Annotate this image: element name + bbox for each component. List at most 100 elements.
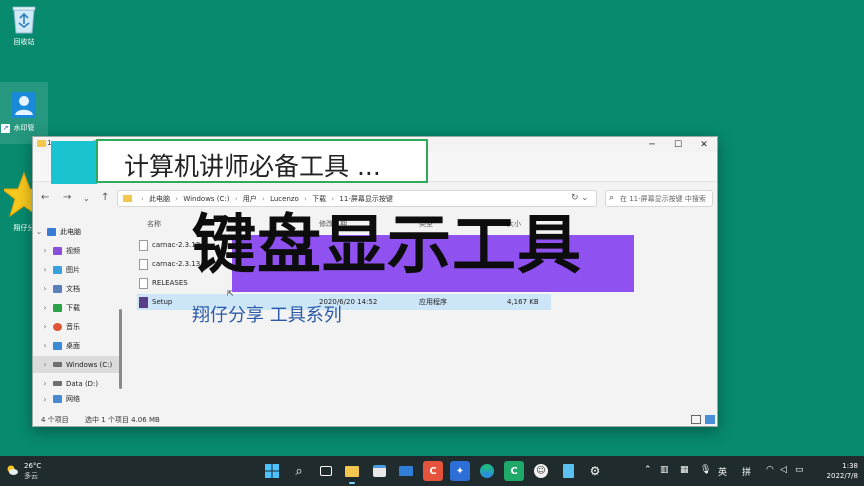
file-icon <box>139 277 148 289</box>
tiles-view-icon[interactable] <box>705 415 715 424</box>
file-name: RELEASES <box>152 279 188 287</box>
taskbar-app-notepad[interactable] <box>558 461 578 481</box>
tray-overflow-chevron-icon[interactable]: ⌃ <box>644 465 652 475</box>
breadcrumb-this-pc[interactable]: 此电脑 <box>149 195 170 203</box>
up-button[interactable]: ↑ <box>101 192 109 203</box>
office-icon: C <box>429 465 437 477</box>
chevron-right-icon: › <box>43 322 47 331</box>
taskbar-app-camtasia[interactable]: C <box>504 461 524 481</box>
sidebar-item-documents[interactable]: › 文档 <box>33 280 119 297</box>
sidebar-scrollbar[interactable] <box>119 309 122 389</box>
folder-icon <box>123 195 132 202</box>
sidebar-item-network[interactable]: › 网络 <box>33 394 119 404</box>
input-method-toggle[interactable]: 英 <box>718 465 727 478</box>
taskbar-app-office[interactable]: C <box>423 461 443 481</box>
computer-icon <box>47 227 56 236</box>
volume-icon[interactable]: ◁ <box>780 465 787 475</box>
sidebar-item-label: 网络 <box>66 395 80 403</box>
tray-app-icon[interactable]: ▦ <box>680 465 689 475</box>
desktop-icon-watermark[interactable]: ↗ 水印管 <box>0 82 48 144</box>
setup-app-icon <box>139 296 148 308</box>
picture-icon <box>53 265 62 274</box>
search-box[interactable]: ⌕ 在 11-屏幕显示按键 中搜索 <box>605 190 713 207</box>
camtasia-icon: C <box>510 465 518 477</box>
search-icon: ⌕ <box>609 193 615 203</box>
chevron-right-icon: › <box>43 246 47 255</box>
banner-caption: 计算机讲师必备工具 ... <box>96 139 428 183</box>
taskbar-app-edge[interactable] <box>477 461 497 481</box>
sidebar-item-d-drive[interactable]: › Data (D:) <box>33 375 119 392</box>
sidebar-item-music[interactable]: › 音乐 <box>33 318 119 335</box>
details-view-icon[interactable] <box>691 415 701 424</box>
shortcut-arrow-icon: ↗ <box>1 124 10 133</box>
edge-icon <box>480 464 494 478</box>
clock-date: 2022/7/8 <box>826 472 858 480</box>
sidebar-item-pictures[interactable]: › 图片 <box>33 261 119 278</box>
sidebar-item-downloads[interactable]: › 下载 <box>33 299 119 316</box>
sidebar-item-label: Windows (C:) <box>66 360 113 369</box>
column-header-name[interactable]: 名称 <box>147 219 161 229</box>
input-method-pinyin[interactable]: 拼 <box>742 465 751 478</box>
system-clock[interactable]: 1:38 2022/7/8 <box>814 461 858 481</box>
sidebar-item-label: 视频 <box>66 246 80 255</box>
taskbar-search-button[interactable]: ⌕ <box>289 461 309 481</box>
smiley-icon: ☺ <box>534 464 548 478</box>
microphone-icon[interactable]: 🎙 <box>700 465 711 475</box>
weather-description: 多云 <box>24 472 38 480</box>
address-dropdown-icon[interactable]: ⌄ <box>581 193 589 203</box>
user-icon <box>9 90 39 120</box>
maximize-button[interactable]: ☐ <box>665 137 691 152</box>
notepad-icon <box>562 464 574 478</box>
sidebar-item-label: Data (D:) <box>66 379 99 388</box>
taskbar-app-store[interactable] <box>369 461 389 481</box>
search-icon: ⌕ <box>295 463 303 479</box>
minimize-button[interactable]: ─ <box>639 137 665 152</box>
chevron-right-icon: › <box>43 284 47 293</box>
forward-button[interactable]: → <box>63 192 71 203</box>
taskbar-app-network[interactable]: ⚙ <box>585 461 605 481</box>
clock-time: 1:38 <box>842 462 858 470</box>
sidebar-item-videos[interactable]: › 视频 <box>33 242 119 259</box>
folder-icon <box>37 140 46 147</box>
start-button[interactable] <box>262 461 282 481</box>
chevron-right-icon: › <box>43 360 47 369</box>
taskbar-app-feishu[interactable]: ✦ <box>450 461 470 481</box>
sidebar-item-label: 下载 <box>66 303 80 312</box>
task-view-button[interactable] <box>316 461 336 481</box>
recycle-bin-icon <box>9 4 39 34</box>
file-icon <box>139 239 148 251</box>
folder-icon <box>345 465 359 477</box>
sidebar-item-label: 此电脑 <box>60 227 81 236</box>
recent-locations-chevron-icon[interactable]: ⌄ <box>83 194 90 203</box>
wifi-icon[interactable]: ◠ <box>766 465 774 475</box>
sidebar-item-label: 文档 <box>66 284 80 293</box>
battery-icon[interactable]: ▭ <box>795 465 804 475</box>
sidebar-item-desktop[interactable]: › 桌面 <box>33 337 119 354</box>
desktop-icon-label: 回收站 <box>13 38 35 46</box>
file-name: Setup <box>152 298 173 306</box>
taskbar-app-mail[interactable] <box>396 461 416 481</box>
mail-icon <box>399 466 413 476</box>
tray-app-icon[interactable]: ▥ <box>660 465 669 475</box>
partly-cloudy-icon <box>7 465 18 475</box>
sidebar-item-c-drive[interactable]: › Windows (C:) <box>33 356 119 373</box>
desktop-icon <box>53 341 62 350</box>
store-icon <box>372 465 386 477</box>
settings-icon: ⚙ <box>589 464 601 478</box>
chevron-right-icon: › <box>43 379 47 388</box>
desktop-icon-recycle-bin[interactable]: 回收站 <box>0 4 48 60</box>
taskbar-app-file-explorer[interactable] <box>342 461 362 484</box>
sidebar-item-label: 桌面 <box>66 341 80 350</box>
back-button[interactable]: ← <box>41 192 49 203</box>
chevron-down-icon: ⌄ <box>35 227 43 236</box>
sidebar-item-this-pc[interactable]: ⌄ 此电脑 <box>33 223 119 240</box>
navigation-pane: ⌄ 此电脑 › 视频 › 图片 › 文档 › 下载 › 音乐 › 桌面 › Wi… <box>33 219 122 409</box>
windows-logo-icon <box>265 464 279 478</box>
close-button[interactable]: ✕ <box>691 137 717 152</box>
bird-icon: ✦ <box>455 465 465 477</box>
drive-icon <box>53 362 62 367</box>
chevron-right-icon: › <box>43 394 47 404</box>
weather-temperature: 26°C <box>24 462 42 470</box>
overlay-subtitle: 翔仔分享 工具系列 <box>192 305 342 326</box>
taskbar-app-face[interactable]: ☺ <box>531 461 551 481</box>
